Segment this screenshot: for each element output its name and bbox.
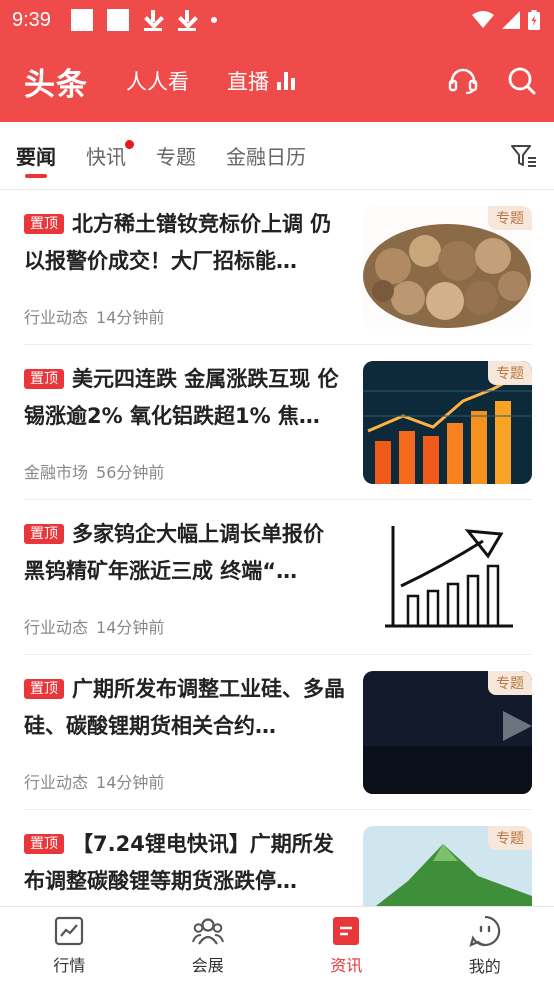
topic-tag: 专题: [488, 361, 532, 385]
tab-topics[interactable]: 专题: [156, 122, 196, 190]
wifi-icon: [472, 11, 494, 28]
news-title: 置顶 北方稀土镨钕竞标价上调 仍以报警价成交！大厂招标能…: [24, 212, 332, 273]
top-area: 9:39 头条 人人看 直播: [0, 0, 554, 122]
topic-tag: 专题: [488, 671, 532, 695]
header: 头条 人人看 直播: [0, 40, 554, 122]
news-title: 置顶 广期所发布调整工业硅、多晶硅、碳酸锂期货相关合约…: [24, 677, 345, 738]
tab-flash[interactable]: 快讯: [86, 122, 134, 190]
download-icon: [177, 9, 197, 31]
news-thumbnail: 专题: [363, 206, 532, 329]
tab-financial-calendar[interactable]: 金融日历: [226, 122, 306, 190]
nav-renrenkan[interactable]: 人人看: [126, 66, 189, 96]
nav-label: 人人看: [126, 70, 189, 94]
news-meta: 行业动态 14分钟前: [24, 308, 165, 327]
more-notifications-icon: [210, 17, 217, 23]
status-time: 9:39: [12, 8, 51, 31]
tab-headlines[interactable]: 要闻: [16, 122, 56, 190]
pinned-badge: 置顶: [24, 679, 64, 699]
news-thumbnail: 专题: [363, 361, 532, 484]
channel-tabs: 要闻 快讯 专题 金融日历: [0, 122, 554, 190]
signal-icon: [502, 11, 520, 29]
app-root: 9:39 头条 人人看 直播 要闻 快讯 专题 金融日历 置顶 北方稀土镨钕竞标…: [0, 0, 554, 984]
filter-icon[interactable]: [510, 143, 538, 169]
chart-icon: [55, 916, 84, 945]
bottom-tab-quotes[interactable]: 行情: [0, 907, 139, 984]
news-item[interactable]: 置顶 广期所发布调整工业硅、多晶硅、碳酸锂期货相关合约… 行业动态 14分钟前 专题: [24, 655, 532, 810]
news-item[interactable]: 置顶 美元四连跌 金属涨跌互现 伦锡涨逾2% 氧化铝跌超1% 焦… 金融市场 56分…: [24, 345, 532, 500]
live-bars-icon: [277, 72, 295, 90]
unread-dot: [125, 139, 134, 149]
page-title: 头条: [24, 66, 88, 103]
news-title: 置顶 美元四连跌 金属涨跌互现 伦锡涨逾2% 氧化铝跌超1% 焦…: [24, 367, 339, 428]
bottom-tab-news[interactable]: 资讯: [277, 907, 416, 984]
topic-tag: 专题: [488, 826, 532, 850]
headset-icon[interactable]: [448, 67, 478, 95]
pinned-badge: 置顶: [24, 214, 64, 234]
news-list: 置顶 北方稀土镨钕竞标价上调 仍以报警价成交！大厂招标能… 行业动态 14分钟前 专…: [0, 190, 554, 965]
bottom-tab-me[interactable]: 我的: [416, 907, 554, 984]
news-item[interactable]: 置顶 多家钨企大幅上调长单报价 黑钨精矿年涨近三成 终端“… 行业动态 14分钟前: [24, 500, 532, 655]
pinned-badge: 置顶: [24, 524, 64, 544]
news-item[interactable]: 置顶 北方稀土镨钕竞标价上调 仍以报警价成交！大厂招标能… 行业动态 14分钟前 专…: [24, 190, 532, 345]
news-icon: [333, 916, 360, 945]
nav-label: 直播: [227, 70, 269, 94]
people-icon: [191, 917, 224, 945]
search-icon[interactable]: [508, 67, 536, 95]
news-meta: 金融市场 56分钟前: [24, 463, 165, 482]
bottom-tab-expo[interactable]: 会展: [139, 907, 278, 984]
notification-icon: [70, 9, 93, 31]
news-title: 置顶 【7.24锂电快讯】广期所发布调整碳酸锂等期货涨跌停…: [24, 832, 334, 893]
status-bar: 9:39: [0, 0, 554, 40]
nav-live[interactable]: 直播: [227, 66, 295, 96]
bottom-nav: 行情 会展 资讯 我的: [0, 906, 554, 984]
profile-icon: [469, 915, 500, 947]
pinned-badge: 置顶: [24, 369, 64, 389]
news-meta: 行业动态 14分钟前: [24, 618, 165, 637]
pinned-badge: 置顶: [24, 834, 64, 854]
topic-tag: 专题: [488, 206, 532, 230]
notification-icon: [106, 9, 129, 31]
news-thumbnail: [363, 516, 532, 639]
news-title: 置顶 多家钨企大幅上调长单报价 黑钨精矿年涨近三成 终端“…: [24, 522, 324, 583]
news-thumbnail: 专题: [363, 671, 532, 794]
download-icon: [143, 9, 163, 31]
news-meta: 行业动态 14分钟前: [24, 773, 165, 792]
battery-icon: [528, 10, 540, 30]
